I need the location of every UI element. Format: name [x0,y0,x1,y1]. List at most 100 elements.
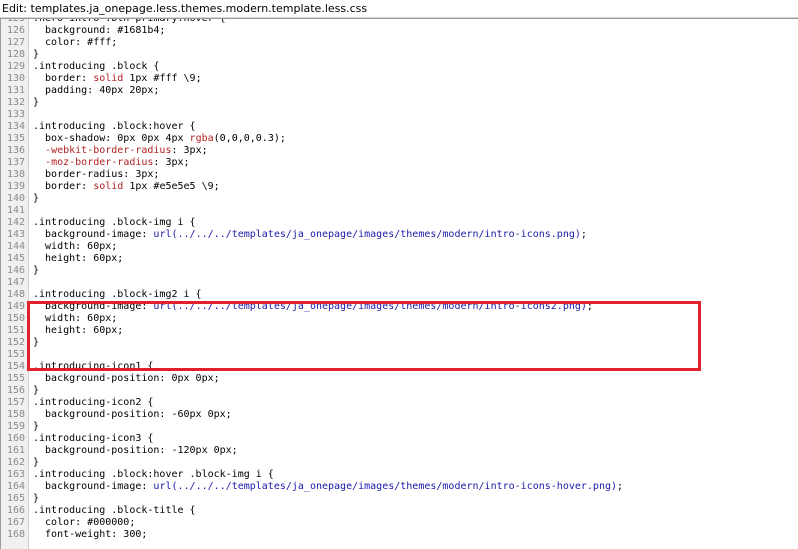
code-line[interactable]: 165} [1,493,798,505]
code-line[interactable]: 128} [1,49,798,61]
line-code: .introducing-icon1 { [33,361,154,372]
code-line[interactable]: 129 .introducing .block { [1,61,798,73]
line-number: 126 [6,25,25,36]
line-code: background-image: url(../../../templates… [33,229,587,240]
line-code: background-image: url(../../../templates… [33,481,624,492]
line-code: .hero-intro .btn-primary:hover { [33,18,226,24]
code-line[interactable]: 166 .introducing .block-title { [1,505,798,517]
code-line[interactable]: 155 background-position: 0px 0px; [1,373,798,385]
code-line[interactable]: 131 padding: 40px 20px; [1,85,798,97]
code-line[interactable]: 145 height: 60px; [1,253,798,265]
line-code: -webkit-border-radius: 3px; [45,145,208,156]
code-line[interactable]: 152} [1,337,798,349]
line-number: 142 [6,217,25,228]
code-line[interactable]: 125 .hero-intro .btn-primary:hover { [1,18,798,25]
line-code: background-position: -120px 0px; [33,445,238,456]
line-number: 135 [6,133,25,144]
code-line[interactable]: 127 color: #fff; [1,37,798,49]
line-code: font-weight: 300; [33,529,148,540]
code-line[interactable]: 159} [1,421,798,433]
line-code: border: solid 1px #fff \9; [33,73,202,84]
line-number: 168 [6,529,25,540]
line-code: } [33,421,40,432]
line-number: 158 [6,409,25,420]
code-line[interactable]: 139 border: solid 1px #e5e5e5 \9; [1,181,798,193]
line-code: background-position: -60px 0px; [33,409,232,420]
line-number: 166 [6,505,25,516]
code-line[interactable]: 133 [1,109,798,121]
line-code: } [33,265,40,276]
code-line[interactable]: 168 font-weight: 300; [1,529,798,541]
code-line[interactable]: 150 width: 60px; [1,313,798,325]
code-line[interactable]: 161 background-position: -120px 0px; [1,445,798,457]
code-line[interactable]: 160 .introducing-icon3 { [1,433,798,445]
line-code: color: #fff; [33,37,118,48]
line-number: 144 [6,241,25,252]
line-number: 162 [6,457,25,468]
line-code: .introducing .block:hover .block-img i { [33,469,274,480]
code-line[interactable]: 164 background-image: url(../../../templ… [1,481,798,493]
code-line[interactable]: 153 [1,349,798,361]
code-line[interactable]: 147 [1,277,798,289]
code-line[interactable]: 163 .introducing .block:hover .block-img … [1,469,798,481]
line-number: 157 [6,397,25,408]
code-lines[interactable]: 125 .hero-intro .btn-primary:hover {126 b… [1,18,798,541]
line-code: -moz-border-radius: 3px; [45,157,190,168]
line-code: .introducing-icon3 { [33,433,154,444]
line-number: 149 [6,301,25,312]
line-number: 151 [6,325,25,336]
code-line[interactable]: 138 border-radius: 3px; [1,169,798,181]
line-code: } [33,49,40,60]
line-code: } [33,337,40,348]
line-number: 145 [6,253,25,264]
code-line[interactable]: 130 border: solid 1px #fff \9; [1,73,798,85]
line-number: 137 [6,157,25,168]
line-number: 140 [6,193,25,204]
code-line[interactable]: 140} [1,193,798,205]
code-line[interactable]: 126 background: #1681b4; [1,25,798,37]
line-code: width: 60px; [33,241,118,252]
window-title: Edit: templates.ja_onepage.less.themes.m… [0,0,798,18]
line-number: 132 [6,97,25,108]
code-line[interactable]: 151 height: 60px; [1,325,798,337]
code-line[interactable]: 143 background-image: url(../../../templ… [1,229,798,241]
line-code: .introducing .block { [33,61,160,72]
code-line[interactable]: 158 background-position: -60px 0px; [1,409,798,421]
line-code: } [33,457,40,468]
code-line[interactable]: 137 -moz-border-radius: 3px; [1,157,798,169]
line-code: } [33,97,40,108]
code-line[interactable]: 136 -webkit-border-radius: 3px; [1,145,798,157]
line-code: .introducing .block-img i { [33,217,196,228]
line-number: 131 [6,85,25,96]
line-number: 165 [6,493,25,504]
code-line[interactable]: 149 background-image: url(../../../templ… [1,301,798,313]
line-code: padding: 40px 20px; [33,85,160,96]
line-code: background-position: 0px 0px; [33,373,220,384]
line-code: background-image: url(../../../templates… [33,301,593,312]
code-line[interactable]: 132} [1,97,798,109]
code-line[interactable]: 162} [1,457,798,469]
line-number: 154 [6,361,25,372]
code-line[interactable]: 144 width: 60px; [1,241,798,253]
line-number: 163 [6,469,25,480]
code-line[interactable]: 142 .introducing .block-img i { [1,217,798,229]
code-line[interactable]: 135 box-shadow: 0px 0px 4px rgba(0,0,0,0… [1,133,798,145]
code-line[interactable]: 141 [1,205,798,217]
code-line[interactable]: 146} [1,265,798,277]
line-number: 161 [6,445,25,456]
code-line[interactable]: 148 .introducing .block-img2 i { [1,289,798,301]
code-line[interactable]: 154 .introducing-icon1 { [1,361,798,373]
editor-window: Edit: templates.ja_onepage.less.themes.m… [0,0,798,549]
line-number: 129 [6,61,25,72]
code-line[interactable]: 156} [1,385,798,397]
line-number: 153 [6,349,25,360]
line-number: 136 [6,145,25,156]
code-line[interactable]: 167 color: #000000; [1,517,798,529]
code-line[interactable]: 157 .introducing-icon2 { [1,397,798,409]
line-code: border-radius: 3px; [33,169,160,180]
code-line[interactable]: 134 .introducing .block:hover { [1,121,798,133]
line-code: color: #000000; [33,517,136,528]
code-editor[interactable]: 125 .hero-intro .btn-primary:hover {126 b… [0,18,798,549]
line-number: 141 [6,205,25,216]
line-code: } [33,493,40,504]
